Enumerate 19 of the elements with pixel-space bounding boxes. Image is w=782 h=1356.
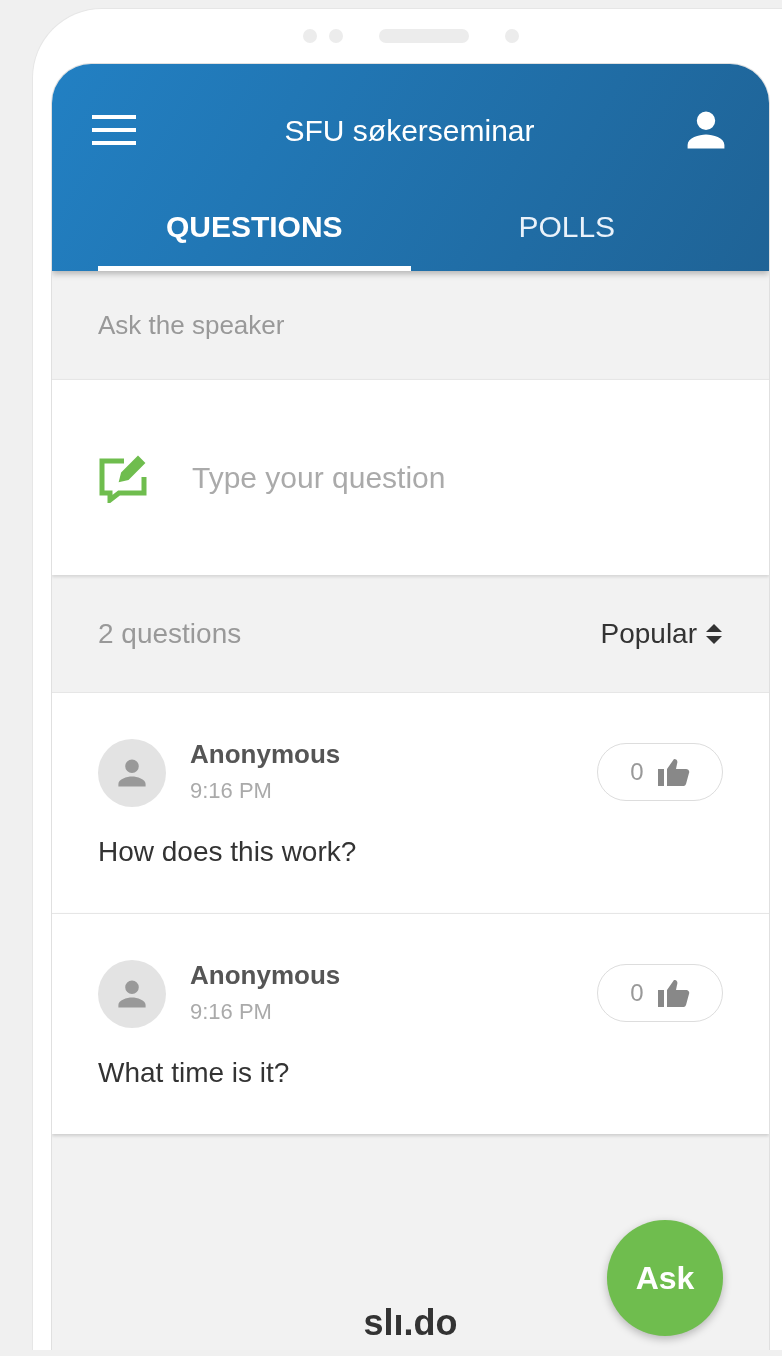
tab[interactable]: POLLS — [410, 196, 723, 271]
tab[interactable]: QUESTIONS — [98, 196, 411, 271]
slido-logo: slı.do — [363, 1302, 458, 1343]
question-time: 9:16 PM — [190, 777, 273, 806]
question-text: How does this work? — [98, 835, 358, 870]
upvote-button[interactable]: 0 — [597, 964, 723, 1023]
question-text: What time is it? — [98, 1056, 291, 1091]
author-name: Anonymous — [190, 739, 342, 771]
thumbs-up-icon — [657, 979, 690, 1008]
event-title: SFU søkerseminar — [284, 112, 535, 149]
menu-icon[interactable] — [92, 113, 136, 147]
author-name: Anonymous — [190, 960, 342, 992]
section-label: Ask the speaker — [97, 308, 286, 342]
question-count: 2 questions — [98, 616, 242, 651]
sort-dropdown[interactable]: Popular — [600, 612, 723, 655]
upvote-button[interactable]: 0 — [597, 743, 723, 801]
thumbs-up-icon — [657, 758, 690, 786]
sort-icon — [705, 621, 723, 646]
question-time: 9:16 PM — [190, 998, 273, 1027]
